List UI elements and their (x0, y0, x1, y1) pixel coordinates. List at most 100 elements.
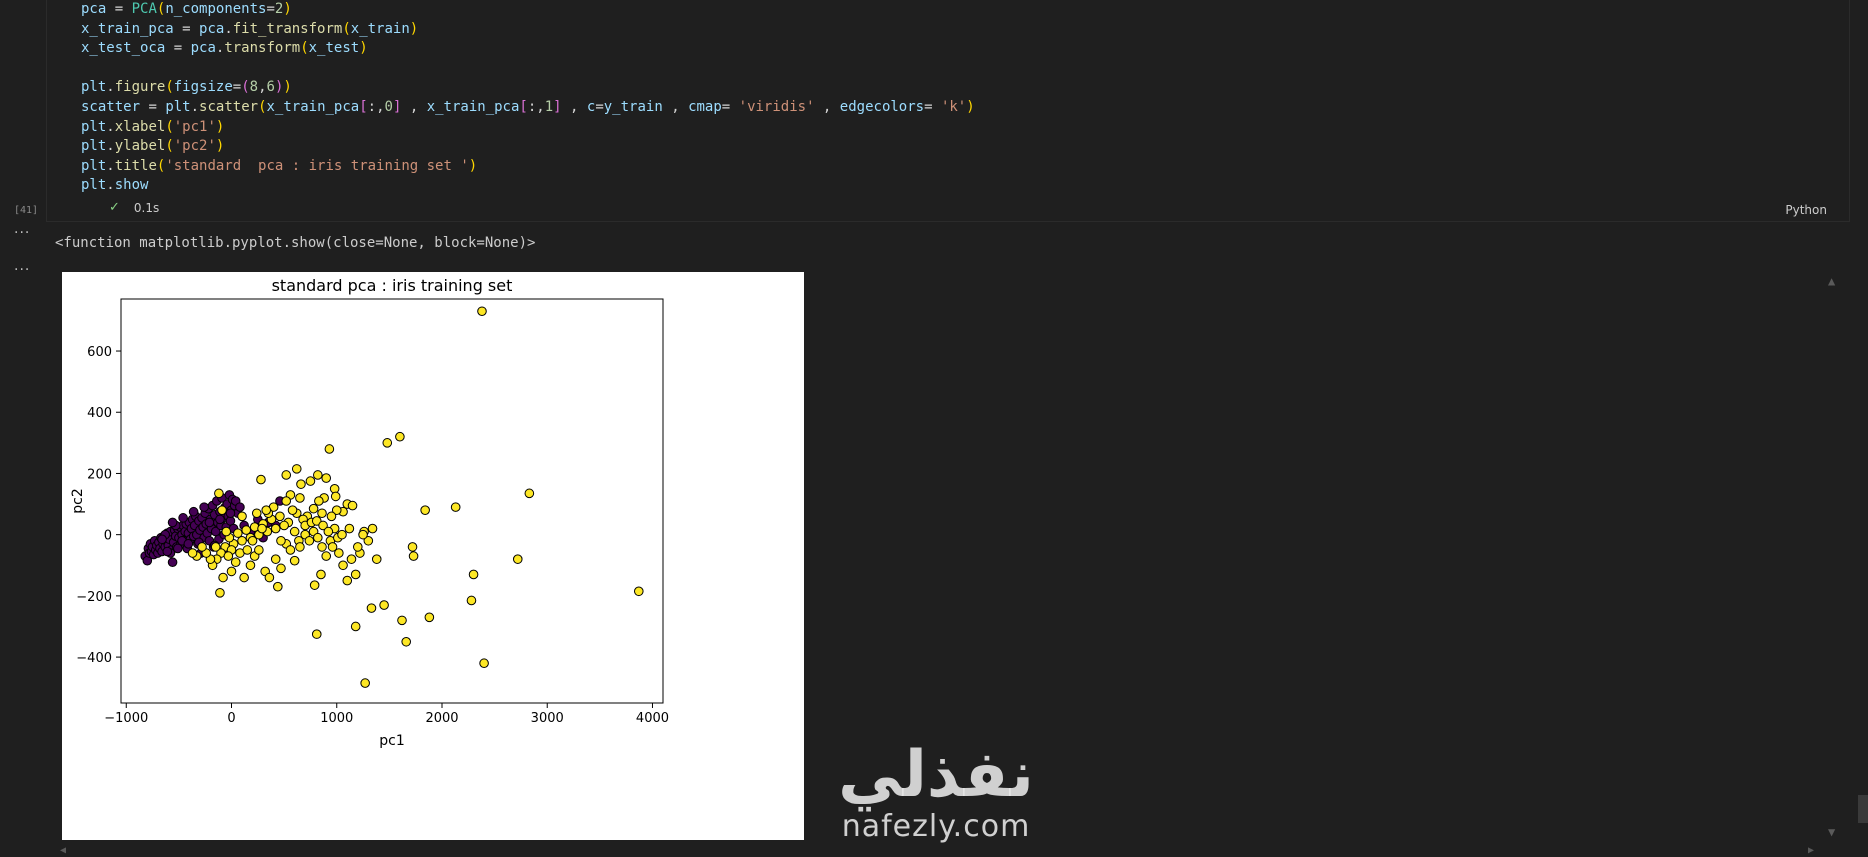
data-point-series-0 (162, 546, 173, 557)
data-point-series-1 (226, 566, 237, 577)
scroll-up-icon[interactable]: ▲ (1828, 274, 1835, 288)
data-point-series-1 (218, 572, 228, 583)
execution-count: [41] (14, 205, 39, 216)
code-token: n_components (165, 1, 267, 17)
code-token: scatter (199, 98, 259, 115)
code-token: fit_transform (232, 20, 343, 37)
data-point-series-1 (245, 560, 256, 571)
code-token: . (106, 138, 115, 155)
data-point-series-1 (257, 523, 267, 534)
data-point-series-1 (397, 615, 407, 626)
data-point-series-1 (321, 473, 332, 483)
scrollbar-thumb[interactable] (1858, 795, 1868, 823)
code-token: ( (258, 98, 267, 115)
data-point-series-1 (304, 535, 315, 546)
x-tick-label: −1000 (104, 711, 148, 726)
code-token: = (721, 98, 739, 115)
data-point-series-1 (344, 523, 355, 534)
data-point-series-1 (327, 542, 338, 552)
code-token: 'pc1' (173, 118, 216, 135)
x-tick-label: 4000 (636, 711, 669, 726)
code-token: x_train (350, 20, 410, 37)
output-more-icon-2[interactable]: ··· (14, 262, 30, 278)
code-token: ( (165, 138, 174, 155)
code-token: ) (359, 40, 368, 57)
code-token: 'viridis' (738, 98, 815, 115)
code-token: [ (519, 98, 528, 115)
data-point-series-1 (295, 493, 305, 503)
code-line: plt.show (81, 176, 975, 196)
code-token: ( (165, 118, 174, 135)
code-editor[interactable]: pca = PCA(n_components=2) x_train_pca = p… (81, 0, 975, 196)
code-line: x_test_oca = pca.transform(x_test) (81, 39, 975, 59)
data-point-series-1 (230, 557, 241, 568)
data-point-series-1 (261, 505, 272, 515)
code-token: pca (190, 40, 216, 57)
code-token: = (924, 98, 941, 115)
scroll-right-icon[interactable]: ▶ (1808, 845, 1814, 856)
y-tick-label: 400 (87, 406, 112, 421)
code-token: plt (81, 118, 107, 135)
code-token: plt (165, 98, 191, 115)
data-point-series-1 (323, 526, 334, 537)
data-point-series-1 (285, 545, 296, 555)
data-point-series-1 (342, 575, 353, 586)
data-point-series-1 (321, 551, 332, 561)
data-point-series-1 (401, 636, 412, 647)
code-line: plt.figure(figsize=(8,6)) (81, 78, 975, 98)
output-more-icon[interactable]: ··· (14, 225, 30, 241)
data-point-series-0 (173, 543, 183, 554)
data-point-series-1 (187, 548, 198, 558)
code-line: plt.title('standard pca : iris training … (81, 157, 975, 177)
data-point-series-1 (337, 529, 347, 540)
data-point-series-1 (242, 545, 253, 555)
data-point-series-1 (233, 528, 243, 538)
code-token: = (140, 98, 166, 115)
code-token: = (232, 79, 242, 96)
code-token: ylabel (114, 138, 166, 155)
code-token: cmap (688, 98, 722, 115)
x-axis-label: pc1 (379, 733, 405, 749)
data-point-series-1 (633, 586, 644, 597)
scroll-down-icon[interactable]: ▼ (1828, 825, 1835, 839)
code-token: show (114, 177, 149, 194)
code-token: PCA (131, 1, 157, 17)
data-point-series-1 (237, 511, 247, 522)
data-point-series-1 (338, 560, 348, 571)
code-token: x_train_pca (81, 20, 174, 37)
code-token: ( (342, 20, 351, 37)
data-point-series-1 (424, 612, 435, 623)
data-point-series-1 (217, 505, 227, 515)
data-point-series-1 (275, 511, 285, 522)
data-point-series-1 (512, 554, 523, 564)
data-point-series-1 (289, 555, 300, 566)
code-token: :, (527, 98, 545, 115)
data-point-series-1 (247, 535, 258, 546)
watermark-logo: نفذلي nafezly.com (826, 740, 1046, 844)
data-point-series-1 (281, 470, 292, 480)
data-point-series-0 (167, 557, 178, 568)
code-cell[interactable]: pca = PCA(n_components=2) x_train_pca = p… (46, 0, 1850, 222)
code-token: plt (81, 79, 107, 96)
y-tick-label: −400 (76, 651, 112, 666)
data-point-series-1 (350, 621, 361, 632)
data-point-series-1 (379, 600, 389, 610)
cell-language[interactable]: Python (1785, 203, 1827, 217)
code-token: title (114, 157, 157, 174)
data-point-series-1 (279, 520, 289, 531)
code-token: . (190, 98, 200, 115)
code-token: pca (199, 20, 225, 37)
data-point-series-1 (395, 431, 405, 442)
code-token: plt (81, 138, 107, 155)
data-point-series-1 (313, 470, 323, 480)
code-token: . (106, 118, 115, 135)
data-point-series-1 (287, 505, 298, 515)
code-token: 0 (384, 98, 393, 115)
check-icon: ✓ (109, 200, 120, 215)
data-point-series-0 (167, 517, 178, 528)
code-token: figure (114, 79, 166, 96)
scroll-left-icon[interactable]: ◀ (60, 845, 66, 856)
data-point-series-1 (296, 479, 306, 489)
code-line: plt.xlabel('pc1') (81, 118, 975, 138)
